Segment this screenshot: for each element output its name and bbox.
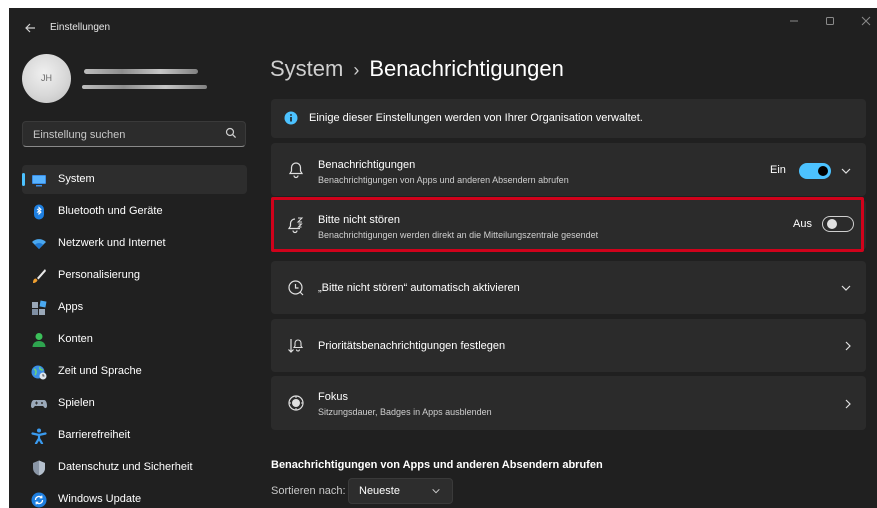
search-input[interactable] (31, 122, 225, 148)
bell-snooze-icon (287, 217, 304, 234)
sidebar-item-accounts[interactable]: Konten (22, 325, 247, 354)
account-icon (32, 333, 46, 347)
sidebar-item-accessibility[interactable]: Barrierefreiheit (22, 421, 247, 450)
priority-icon (288, 339, 304, 353)
sidebar-item-personalization[interactable]: Personalisierung (22, 261, 247, 290)
bell-icon (288, 162, 304, 179)
avatar[interactable]: JH (22, 54, 71, 103)
setting-subtitle: Benachrichtigungen werden direkt an die … (318, 230, 599, 240)
sidebar-item-privacy[interactable]: Datenschutz und Sicherheit (22, 453, 247, 482)
sort-label: Sortieren nach: (271, 485, 346, 497)
sidebar-item-label: Apps (58, 301, 84, 313)
sort-selected-value: Neueste (359, 485, 400, 497)
back-button[interactable] (21, 20, 39, 36)
settings-search-box[interactable] (22, 121, 246, 148)
do-not-disturb-toggle[interactable] (822, 216, 854, 232)
notifications-toggle[interactable] (799, 163, 831, 179)
app-title: Einstellungen (50, 22, 111, 33)
minimize-button[interactable] (783, 16, 805, 30)
toggle-knob (827, 219, 837, 229)
maximize-icon (826, 17, 834, 25)
shield-icon (33, 460, 45, 476)
chevron-right-icon[interactable] (842, 340, 854, 352)
setting-subtitle: Sitzungsdauer, Badges in Apps ausblenden (318, 407, 492, 417)
update-icon (31, 492, 47, 508)
avatar-initials: JH (41, 73, 52, 83)
search-icon (225, 127, 237, 139)
redacted-user-email (82, 85, 207, 89)
active-indicator (22, 173, 25, 186)
sidebar-item-label: Zeit und Sprache (58, 365, 142, 377)
focus-setting[interactable]: Fokus Sitzungsdauer, Badges in Apps ausb… (271, 376, 866, 430)
sidebar-item-label: Windows Update (58, 493, 142, 505)
close-button[interactable] (855, 16, 877, 30)
maximize-button[interactable] (819, 16, 841, 30)
breadcrumb-separator: › (353, 60, 360, 80)
priority-notifications-setting[interactable]: Prioritätsbenachrichtigungen festlegen (271, 319, 866, 372)
setting-title: Fokus (318, 391, 348, 403)
clock-icon (288, 280, 304, 296)
back-arrow-icon (25, 23, 35, 33)
setting-subtitle: Benachrichtigungen von Apps und anderen … (318, 175, 569, 185)
system-icon (32, 175, 46, 187)
sidebar-item-label: Konten (58, 333, 93, 345)
setting-title: „Bitte nicht stören“ automatisch aktivie… (318, 282, 520, 294)
do-not-disturb-setting[interactable]: Bitte nicht stören Benachrichtigungen we… (271, 200, 866, 250)
setting-title: Benachrichtigungen (318, 159, 416, 171)
settings-window: Einstellungen JH System Bluetooth und Ge… (9, 8, 877, 508)
sort-dropdown[interactable]: Neueste (348, 478, 453, 504)
sidebar-item-network[interactable]: Netzwerk und Internet (22, 229, 247, 258)
title-bar: Einstellungen (9, 8, 877, 48)
setting-title: Prioritätsbenachrichtigungen festlegen (318, 340, 506, 352)
chevron-down-icon[interactable] (840, 165, 852, 177)
sidebar-item-system[interactable]: System (22, 165, 247, 194)
apps-icon (32, 300, 47, 315)
chevron-down-icon[interactable] (840, 282, 852, 294)
sidebar-item-label: Spielen (58, 397, 95, 409)
auto-dnd-setting[interactable]: „Bitte nicht stören“ automatisch aktivie… (271, 261, 866, 314)
info-banner-text: Einige dieser Einstellungen werden von I… (309, 112, 643, 124)
breadcrumb-current: Benachrichtigungen (369, 56, 564, 81)
notifications-setting[interactable]: Benachrichtigungen Benachrichtigungen vo… (271, 143, 866, 196)
chevron-right-icon[interactable] (842, 398, 854, 410)
focus-icon (288, 395, 304, 411)
redacted-user-name (84, 69, 198, 74)
sidebar-item-label: Netzwerk und Internet (58, 237, 166, 249)
sidebar-item-label: Datenschutz und Sicherheit (58, 461, 193, 473)
sidebar-item-label: Bluetooth und Geräte (58, 205, 163, 217)
toggle-knob (818, 166, 828, 176)
globe-clock-icon (31, 365, 47, 380)
sidebar-item-time-language[interactable]: Zeit und Sprache (22, 357, 247, 386)
info-banner: Einige dieser Einstellungen werden von I… (271, 99, 866, 138)
minimize-icon (790, 20, 798, 22)
gamepad-icon (31, 400, 47, 409)
sidebar-nav: System Bluetooth und Geräte Netzwerk und… (22, 165, 247, 508)
sidebar-item-windows-update[interactable]: Windows Update (22, 485, 247, 508)
sidebar-item-label: Personalisierung (58, 269, 140, 281)
bluetooth-icon (34, 204, 44, 220)
sidebar-item-label: Barrierefreiheit (58, 429, 131, 441)
sidebar-item-gaming[interactable]: Spielen (22, 389, 247, 418)
section-title: Benachrichtigungen von Apps und anderen … (271, 459, 603, 471)
wifi-icon (32, 239, 46, 249)
page-title: System › Benachrichtigungen (270, 56, 564, 82)
brush-icon (33, 269, 46, 283)
accessibility-icon (31, 428, 47, 444)
info-icon (284, 111, 298, 125)
toggle-state-label: Ein (770, 164, 786, 176)
setting-title: Bitte nicht stören (318, 214, 400, 226)
sidebar-item-bluetooth[interactable]: Bluetooth und Geräte (22, 197, 247, 226)
sidebar-item-label: System (58, 173, 95, 185)
chevron-down-icon (432, 488, 440, 494)
close-icon (861, 16, 871, 26)
breadcrumb-system[interactable]: System (270, 56, 343, 81)
sidebar-item-apps[interactable]: Apps (22, 293, 247, 322)
toggle-state-label: Aus (793, 218, 812, 230)
